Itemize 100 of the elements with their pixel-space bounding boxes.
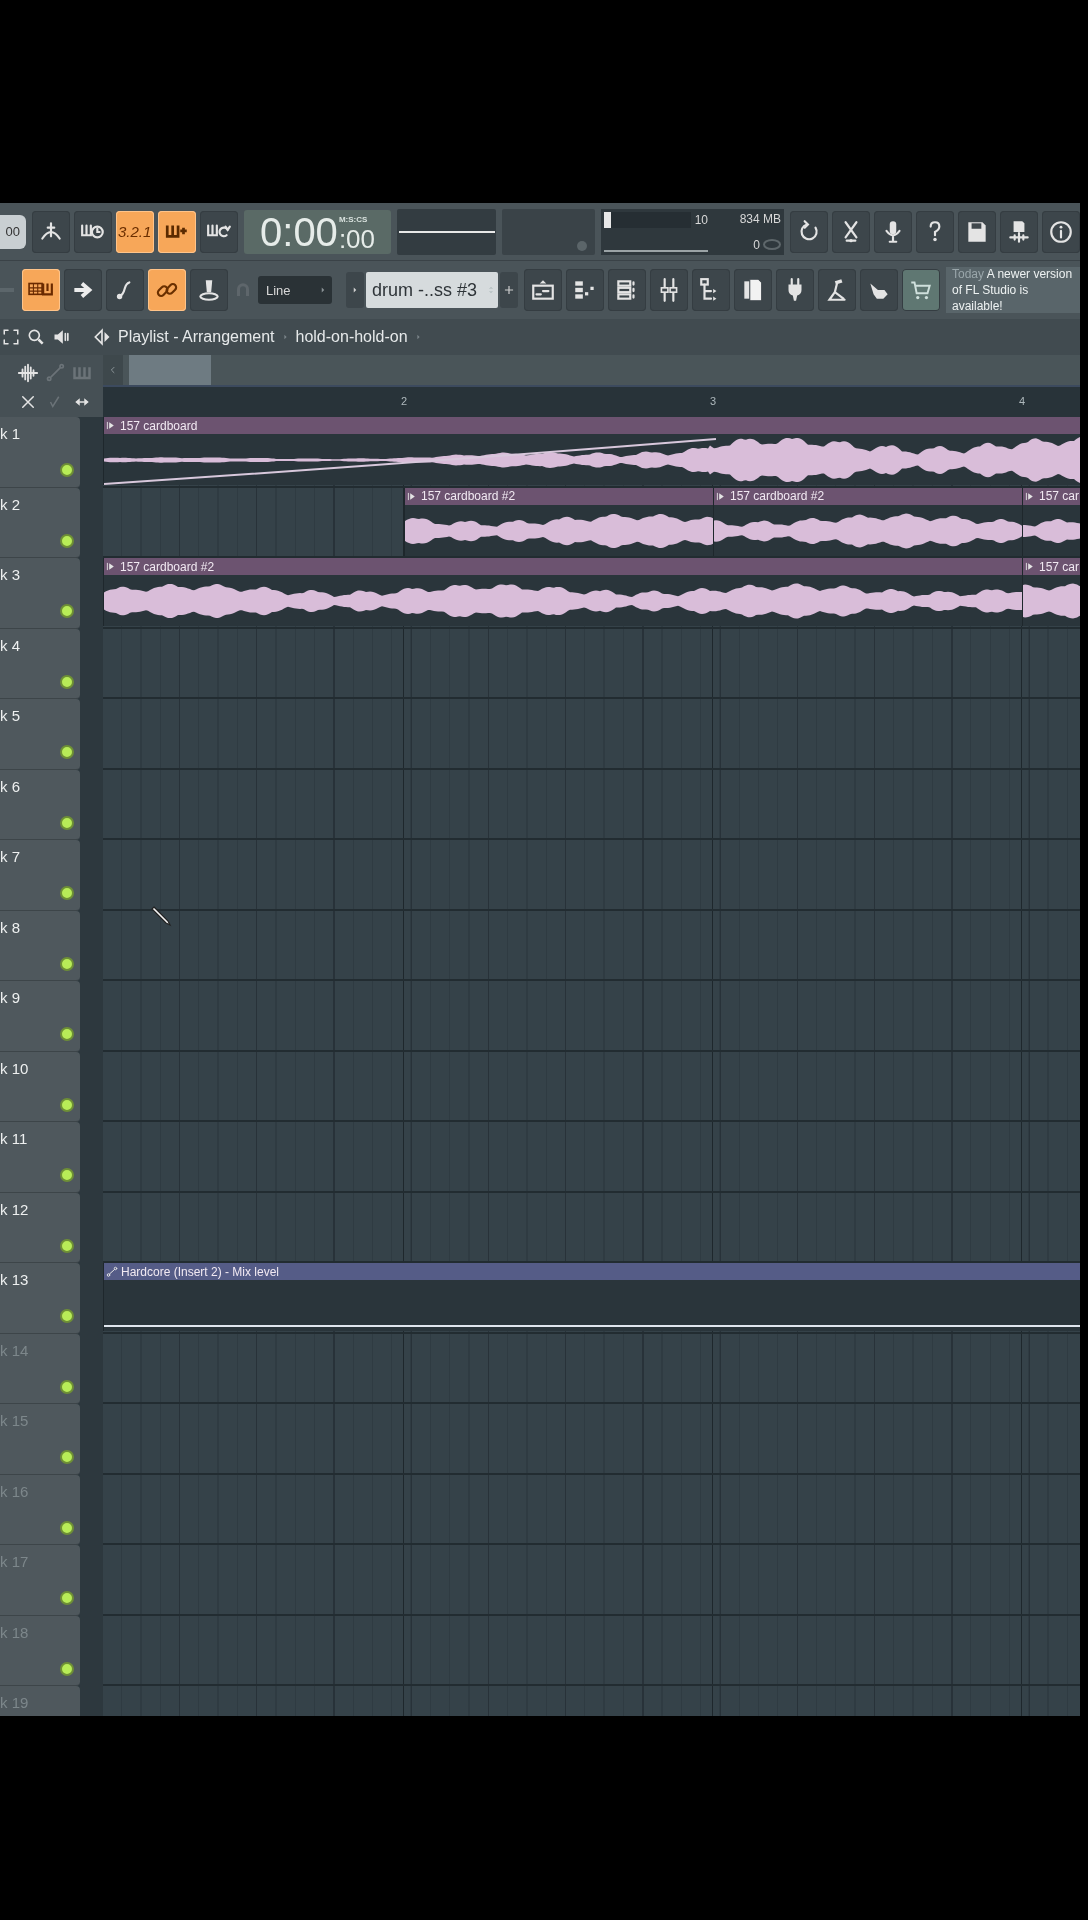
mute-switch[interactable] — [60, 745, 74, 759]
track-lane[interactable] — [103, 1615, 1080, 1686]
toggle-button[interactable] — [22, 269, 60, 311]
add-pattern-button[interactable] — [500, 272, 518, 308]
track-lane[interactable] — [103, 1474, 1080, 1545]
track-name: k 10 — [0, 1059, 29, 1077]
toggle-button[interactable] — [106, 269, 144, 311]
track-header[interactable]: k 1 — [0, 417, 80, 488]
track-lane[interactable] — [103, 910, 1080, 981]
search-icon — [26, 327, 46, 347]
track-lane[interactable] — [103, 1545, 1080, 1616]
window-button[interactable] — [692, 269, 730, 311]
plus-icon — [502, 283, 516, 297]
clip-name: 157 car — [1039, 559, 1080, 574]
save-wave-icon — [1006, 218, 1032, 245]
track-header[interactable]: k 6 — [0, 769, 80, 840]
track-name: k 13 — [0, 1271, 29, 1288]
tempo-field[interactable]: 00 — [0, 214, 26, 249]
clip-arrow-icon — [716, 490, 727, 502]
audio-clip[interactable]: 157 cardboard #2 — [404, 487, 713, 556]
track-header[interactable]: k 2 — [0, 487, 80, 558]
mute-switch[interactable] — [60, 533, 74, 548]
toggle-button[interactable] — [73, 210, 112, 253]
mute-switch[interactable] — [60, 604, 74, 618]
audio-clip[interactable]: 157 car — [1022, 487, 1080, 556]
track-lane[interactable] — [103, 1051, 1080, 1122]
track-header[interactable]: k 3 — [0, 558, 80, 629]
mute-switch[interactable] — [60, 674, 74, 689]
mute-switch[interactable] — [60, 1309, 74, 1323]
mute-switch[interactable] — [60, 1238, 74, 1253]
mute-switch[interactable] — [60, 1168, 74, 1182]
track-header[interactable]: k 8 — [0, 910, 80, 981]
mute-switch[interactable] — [60, 956, 74, 971]
window-button[interactable] — [734, 269, 772, 311]
pencil-line-icon — [44, 362, 65, 383]
stamp-icon — [196, 277, 222, 303]
time-fraction: :00 — [338, 223, 376, 254]
track-lane[interactable]: 157 cardboard #2 157 cardboard #2 157 car — [103, 487, 1080, 558]
polyphony-count: 10 — [694, 212, 708, 227]
window-button[interactable] — [608, 269, 646, 311]
track-header[interactable]: k 10 — [0, 1051, 80, 1122]
toggle-button[interactable] — [199, 210, 238, 253]
window-button[interactable] — [776, 269, 814, 311]
toggle-button[interactable] — [190, 269, 228, 311]
toggle-button[interactable] — [64, 269, 102, 311]
oval-icon — [763, 239, 781, 250]
snap-dropdown[interactable]: Line — [258, 276, 332, 304]
audio-clip[interactable]: 157 cardboard #2 — [713, 487, 1022, 556]
toolbar-button[interactable] — [790, 210, 828, 253]
audio-clip[interactable]: 157 car — [1022, 558, 1080, 626]
clip-name: 157 cardboard #2 — [730, 489, 825, 503]
track-lane[interactable] — [103, 1333, 1080, 1404]
audio-clip[interactable]: 157 cardboard #2 — [103, 558, 1022, 626]
window-button[interactable] — [860, 269, 898, 311]
track-lane[interactable] — [103, 981, 1080, 1052]
toggle-button[interactable] — [148, 269, 186, 311]
mute-switch[interactable] — [60, 1097, 74, 1112]
mute-switch[interactable] — [60, 1379, 74, 1394]
arrangement-name[interactable]: hold-on-hold-on — [295, 328, 408, 346]
bar-number: 4 — [1019, 395, 1026, 407]
track-header[interactable]: k 9 — [0, 981, 80, 1052]
mute-switch[interactable] — [60, 1591, 74, 1605]
toolbar-button[interactable] — [832, 210, 870, 253]
track-lane[interactable] — [103, 1404, 1080, 1475]
window-button[interactable] — [650, 269, 688, 311]
window-button[interactable] — [524, 269, 562, 311]
track-header[interactable]: k 12 — [0, 1192, 80, 1263]
track-name: k 12 — [0, 1200, 29, 1218]
mute-switch[interactable] — [60, 886, 74, 900]
shop-button[interactable] — [902, 269, 940, 311]
track-header[interactable]: k 7 — [0, 840, 80, 911]
track-lane[interactable] — [103, 840, 1080, 911]
toolbar-button[interactable] — [1000, 210, 1038, 253]
window-button[interactable] — [818, 269, 856, 311]
track-lane[interactable] — [103, 1192, 1080, 1263]
track-header[interactable]: k 11 — [0, 1122, 80, 1193]
track-lane[interactable]: 157 cardboard #2 157 car — [103, 558, 1080, 629]
track-lane[interactable] — [103, 1122, 1080, 1193]
toolbar-button[interactable] — [1042, 210, 1080, 253]
mute-switch[interactable] — [60, 1450, 74, 1464]
window-button[interactable] — [566, 269, 604, 311]
track-header[interactable]: k 5 — [0, 699, 80, 770]
timeline-ruler[interactable]: 2 3 4 — [103, 387, 1080, 417]
track-lane[interactable] — [103, 628, 1080, 699]
mute-switch[interactable] — [60, 1520, 74, 1535]
track-header[interactable]: k 13 — [0, 1263, 80, 1334]
pattern-selector[interactable]: drum -..ss #3 — [366, 272, 498, 308]
mute-switch[interactable] — [60, 463, 74, 477]
toolbar-button[interactable] — [874, 210, 912, 253]
toggle-button[interactable] — [31, 210, 70, 253]
track-lane[interactable] — [103, 699, 1080, 770]
toggle-button[interactable]: 3.2.1 — [115, 210, 154, 253]
track-lane[interactable] — [103, 769, 1080, 840]
mute-switch[interactable] — [60, 1027, 74, 1041]
mute-switch[interactable] — [60, 815, 74, 830]
toolbar-button[interactable] — [958, 210, 996, 253]
mute-switch[interactable] — [60, 1661, 74, 1676]
help-button[interactable] — [916, 210, 954, 253]
toggle-button[interactable] — [157, 210, 196, 253]
track-header[interactable]: k 4 — [0, 628, 80, 699]
